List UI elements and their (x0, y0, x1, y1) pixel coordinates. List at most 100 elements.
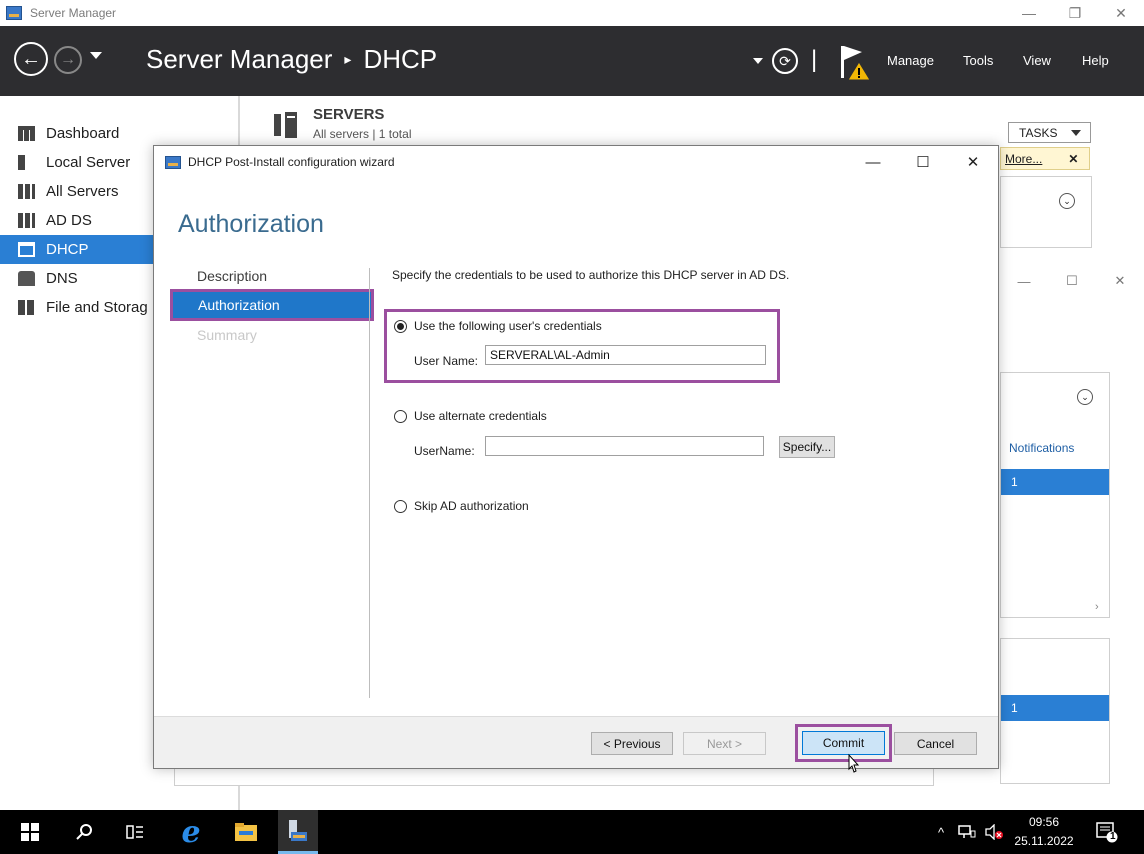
close-button[interactable]: ✕ (1098, 0, 1144, 26)
restore-button[interactable]: ❐ (1052, 0, 1098, 26)
minimize-button[interactable]: — (1006, 0, 1052, 26)
wizard-app-icon (165, 155, 181, 169)
server-manager-taskbar-icon[interactable] (278, 810, 318, 854)
bg-maximize-button[interactable]: ☐ (1048, 268, 1096, 294)
nav-step-description[interactable]: Description (172, 262, 372, 289)
next-button[interactable]: Next > (683, 732, 766, 755)
specify-button[interactable]: Specify... (779, 436, 835, 458)
menu-view[interactable]: View (1023, 53, 1051, 68)
table-row[interactable]: 1 (1001, 469, 1109, 495)
background-window-controls: — ☐ ✕ (1000, 268, 1144, 294)
sm-titlebar: Server Manager — ❐ ✕ (0, 0, 1144, 26)
sidebar-item-dashboard[interactable]: Dashboard (0, 119, 240, 148)
adds-icon (18, 213, 35, 228)
radio-label: Use alternate credentials (414, 409, 547, 423)
sidebar-item-label: Local Server (46, 154, 131, 171)
tile-box-1: ⌄ (1000, 176, 1092, 248)
alt-user-name-input[interactable] (485, 436, 764, 456)
menu-tools[interactable]: Tools (963, 53, 993, 68)
notification-bar: More... ✕ (1000, 147, 1090, 170)
wizard-divider (369, 268, 370, 698)
wizard-close-button[interactable]: ✕ (948, 146, 998, 178)
radio-use-user-credentials[interactable]: Use the following user's credentials (394, 319, 602, 333)
internet-explorer-icon[interactable]: e (176, 810, 206, 854)
windows-start-icon[interactable] (18, 810, 42, 854)
sidebar-item-label: Dashboard (46, 125, 120, 142)
header-divider: | (811, 46, 818, 73)
file-storage-icon (18, 300, 35, 315)
close-icon[interactable]: ✕ (1068, 152, 1078, 166)
nav-step-authorization[interactable]: Authorization (170, 289, 374, 321)
clock-date[interactable]: 25.11.2022 (1012, 834, 1076, 848)
breadcrumb-separator-icon: ▸ (344, 51, 352, 67)
alt-user-name-label: UserName: (414, 444, 475, 458)
mouse-cursor-icon (848, 753, 860, 773)
scroll-right-icon[interactable]: › (1095, 601, 1099, 613)
file-explorer-icon[interactable] (232, 810, 260, 854)
sm-window-title: Server Manager (30, 6, 117, 20)
tile-box-3: 1 (1000, 638, 1110, 784)
servers-title: SERVERS (313, 106, 385, 123)
tasks-label: TASKS (1019, 125, 1058, 140)
radio-label: Skip AD authorization (414, 499, 529, 513)
table-row[interactable]: 1 (1001, 695, 1109, 721)
row-value: 1 (1011, 701, 1018, 715)
expand-icon[interactable]: ⌄ (1059, 193, 1075, 209)
wizard-footer: < Previous Next > Commit Cancel (154, 716, 998, 768)
server-manager-app-icon (6, 6, 22, 20)
server-icon (18, 155, 25, 170)
notification-flag-icon[interactable] (838, 44, 872, 82)
radio-use-alternate-credentials[interactable]: Use alternate credentials (394, 409, 547, 423)
history-dropdown-icon[interactable] (90, 52, 102, 59)
back-arrow-icon[interactable]: ← (14, 42, 48, 76)
user-name-input[interactable] (485, 345, 766, 365)
more-link[interactable]: More... (1005, 152, 1042, 166)
breadcrumb-app[interactable]: Server Manager (146, 44, 332, 75)
wizard-description: Specify the credentials to be used to au… (392, 268, 790, 282)
sidebar-item-label: File and Storag (46, 299, 148, 316)
nav-step-summary: Summary (197, 326, 257, 343)
sidebar-item-label: DNS (46, 270, 78, 287)
dns-icon (18, 271, 35, 286)
servers-subtitle: All servers | 1 total (313, 127, 412, 141)
forward-arrow-icon[interactable]: → (54, 46, 82, 74)
refresh-dropdown-icon[interactable] (753, 58, 763, 64)
sidebar-item-label: AD DS (46, 212, 92, 229)
task-view-icon[interactable] (122, 810, 148, 854)
wizard-title: DHCP Post-Install configuration wizard (188, 155, 395, 169)
refresh-icon[interactable]: ⟳ (772, 48, 798, 74)
radio-unchecked-icon (394, 499, 407, 513)
breadcrumb-current: DHCP (363, 44, 438, 74)
wizard-minimize-button[interactable]: — (848, 146, 898, 178)
sidebar-item-label: DHCP (46, 241, 89, 258)
bg-minimize-button[interactable]: — (1000, 268, 1048, 294)
servers-icon (18, 184, 35, 199)
user-name-label: User Name: (414, 354, 479, 368)
wizard-titlebar: DHCP Post-Install configuration wizard —… (154, 146, 998, 178)
dhcp-icon (18, 242, 35, 257)
clock-time[interactable]: 09:56 (1012, 815, 1076, 829)
chevron-down-icon (1071, 129, 1082, 136)
tile-box-2: ⌄ Notifications 1 › (1000, 372, 1110, 618)
bg-close-button[interactable]: ✕ (1096, 268, 1144, 294)
network-icon[interactable] (956, 810, 978, 854)
menu-help[interactable]: Help (1082, 53, 1109, 68)
radio-unchecked-icon (394, 409, 407, 423)
wizard-maximize-button[interactable]: ☐ (898, 146, 948, 178)
expand-icon[interactable]: ⌄ (1077, 389, 1093, 405)
action-center-icon[interactable]: 1 (1092, 810, 1122, 854)
sm-header: ← → Server Manager ▸ DHCP ⟳ | Manage Too… (0, 26, 1144, 96)
search-icon[interactable] (72, 810, 98, 854)
volume-muted-icon[interactable] (984, 810, 1004, 854)
taskbar: e ^ 09:56 25.11.2022 1 (0, 810, 1144, 854)
menu-manage[interactable]: Manage (887, 53, 934, 68)
chevron-up-icon[interactable]: ^ (932, 810, 950, 854)
notifications-header[interactable]: Notifications (1009, 441, 1074, 455)
previous-button[interactable]: < Previous (591, 732, 673, 755)
tasks-dropdown[interactable]: TASKS (1008, 122, 1091, 143)
servers-tile-icon (274, 112, 297, 138)
cancel-button[interactable]: Cancel (894, 732, 977, 755)
radio-skip-ad-authorization[interactable]: Skip AD authorization (394, 499, 529, 513)
commit-button[interactable]: Commit (802, 731, 885, 755)
radio-label: Use the following user's credentials (414, 319, 602, 333)
